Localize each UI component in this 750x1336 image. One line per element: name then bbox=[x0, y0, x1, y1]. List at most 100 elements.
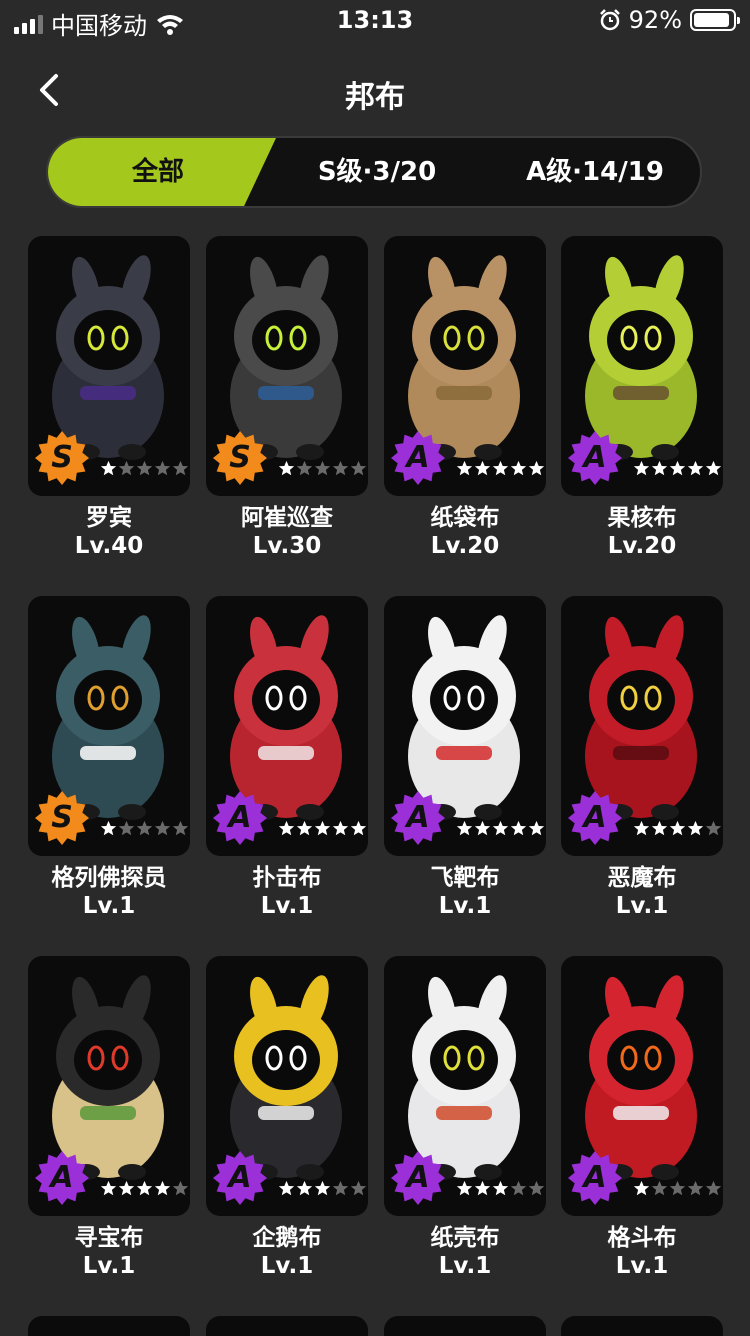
star-filled-icon bbox=[492, 820, 509, 836]
bangboo-level: Lv.20 bbox=[430, 533, 500, 559]
bangboo-card[interactable]: S 阿崔巡查 Lv.30 bbox=[206, 236, 368, 560]
star-filled-icon bbox=[492, 460, 509, 476]
bangboo-face bbox=[430, 1030, 498, 1090]
rank-letter: A bbox=[50, 1160, 74, 1195]
bangboo-card-peek[interactable] bbox=[561, 1316, 723, 1336]
bangboo-level: Lv.1 bbox=[260, 893, 314, 919]
star-empty-icon bbox=[687, 1180, 704, 1196]
star-filled-icon bbox=[687, 460, 704, 476]
star-filled-icon bbox=[456, 820, 473, 836]
bangboo-card-image[interactable]: A bbox=[384, 236, 546, 496]
bangboo-card-image[interactable]: S bbox=[206, 236, 368, 496]
bangboo-card[interactable]: A 恶魔布 Lv.1 bbox=[561, 596, 723, 920]
bangboo-card-image[interactable]: A bbox=[384, 596, 546, 856]
bangboo-name: 飞靶布 bbox=[430, 865, 500, 891]
bangboo-card-image[interactable]: A bbox=[28, 956, 190, 1216]
header: 邦布 bbox=[0, 50, 750, 130]
bangboo-card-peek[interactable] bbox=[28, 1316, 190, 1336]
star-empty-icon bbox=[154, 820, 171, 836]
tab-all[interactable]: 全部 bbox=[48, 138, 268, 206]
bangboo-face bbox=[252, 670, 320, 730]
bangboo-name: 寻宝布 bbox=[74, 1225, 144, 1251]
star-filled-icon bbox=[528, 820, 545, 836]
status-right: 92% bbox=[599, 6, 740, 34]
bangboo-accessory bbox=[258, 1106, 314, 1120]
star-filled-icon bbox=[687, 820, 704, 836]
bangboo-card[interactable]: S 格列佛探员 Lv.1 bbox=[28, 596, 190, 920]
bangboo-card[interactable]: A 纸壳布 Lv.1 bbox=[384, 956, 546, 1280]
bangboo-name: 罗宾 bbox=[86, 505, 132, 531]
bangboo-foot-right bbox=[474, 804, 502, 820]
bangboo-name: 企鹅布 bbox=[252, 1225, 322, 1251]
bangboo-card[interactable]: A 扑击布 Lv.1 bbox=[206, 596, 368, 920]
star-empty-icon bbox=[136, 820, 153, 836]
bangboo-foot-right bbox=[118, 444, 146, 460]
bangboo-accessory bbox=[436, 386, 492, 400]
bangboo-name: 阿崔巡查 bbox=[241, 505, 333, 531]
star-rating bbox=[100, 460, 189, 477]
bangboo-card-image[interactable]: A bbox=[561, 596, 723, 856]
star-empty-icon bbox=[118, 820, 135, 836]
bangboo-accessory bbox=[436, 746, 492, 760]
star-filled-icon bbox=[100, 460, 117, 476]
star-empty-icon bbox=[350, 460, 367, 476]
bangboo-foot-right bbox=[118, 804, 146, 820]
star-filled-icon bbox=[633, 820, 650, 836]
bangboo-card-peek[interactable] bbox=[384, 1316, 546, 1336]
bangboo-card-image[interactable]: A bbox=[384, 956, 546, 1216]
bangboo-card[interactable]: A 果核布 Lv.20 bbox=[561, 236, 723, 560]
bangboo-face bbox=[430, 670, 498, 730]
bangboo-card[interactable]: A 寻宝布 Lv.1 bbox=[28, 956, 190, 1280]
bangboo-card[interactable]: S 罗宾 Lv.40 bbox=[28, 236, 190, 560]
star-empty-icon bbox=[669, 1180, 686, 1196]
star-filled-icon bbox=[100, 820, 117, 836]
bangboo-name: 扑击布 bbox=[252, 865, 322, 891]
bangboo-card-image[interactable]: A bbox=[561, 236, 723, 496]
bangboo-accessory bbox=[80, 746, 136, 760]
bangboo-card[interactable]: A 格斗布 Lv.1 bbox=[561, 956, 723, 1280]
bangboo-face bbox=[252, 310, 320, 370]
bangboo-level: Lv.1 bbox=[260, 1253, 314, 1279]
bangboo-card[interactable]: A 纸袋布 Lv.20 bbox=[384, 236, 546, 560]
star-filled-icon bbox=[136, 1180, 153, 1196]
bangboo-card[interactable]: A 飞靶布 Lv.1 bbox=[384, 596, 546, 920]
star-filled-icon bbox=[278, 1180, 295, 1196]
bangboo-card-peek[interactable] bbox=[206, 1316, 368, 1336]
bangboo-level: Lv.1 bbox=[82, 893, 136, 919]
bangboo-foot-right bbox=[474, 444, 502, 460]
bangboo-name: 纸壳布 bbox=[430, 1225, 500, 1251]
bangboo-level: Lv.1 bbox=[82, 1253, 136, 1279]
bangboo-accessory bbox=[258, 386, 314, 400]
bangboo-card-image[interactable]: A bbox=[561, 956, 723, 1216]
star-filled-icon bbox=[528, 460, 545, 476]
bangboo-card-image[interactable]: A bbox=[206, 956, 368, 1216]
bangboo-card-image[interactable]: S bbox=[28, 236, 190, 496]
battery-icon bbox=[690, 9, 740, 31]
bangboo-foot-right bbox=[474, 1164, 502, 1180]
bangboo-level: Lv.30 bbox=[252, 533, 322, 559]
bangboo-face bbox=[607, 670, 675, 730]
star-empty-icon bbox=[154, 460, 171, 476]
rank-letter: S bbox=[229, 440, 251, 475]
star-empty-icon bbox=[651, 1180, 668, 1196]
bangboo-card-image[interactable]: S bbox=[28, 596, 190, 856]
rank-letter: A bbox=[583, 800, 607, 835]
status-bar: 中国移动 13:13 92% bbox=[0, 0, 750, 40]
bangboo-card[interactable]: A 企鹅布 Lv.1 bbox=[206, 956, 368, 1280]
star-rating bbox=[456, 460, 545, 477]
star-filled-icon bbox=[510, 460, 527, 476]
page-title: 邦布 bbox=[345, 80, 405, 115]
bangboo-level: Lv.40 bbox=[74, 533, 144, 559]
bangboo-name: 格列佛探员 bbox=[51, 865, 167, 891]
star-empty-icon bbox=[172, 1180, 189, 1196]
bangboo-card-image[interactable]: A bbox=[206, 596, 368, 856]
bangboo-name: 果核布 bbox=[607, 505, 677, 531]
star-rating bbox=[278, 460, 367, 477]
bangboo-foot-right bbox=[651, 804, 679, 820]
tab-a-rank[interactable]: A级·14/19 bbox=[486, 138, 704, 206]
star-filled-icon bbox=[296, 820, 313, 836]
star-filled-icon bbox=[633, 460, 650, 476]
tab-s-rank[interactable]: S级·3/20 bbox=[268, 138, 486, 206]
star-filled-icon bbox=[510, 820, 527, 836]
star-filled-icon bbox=[456, 1180, 473, 1196]
